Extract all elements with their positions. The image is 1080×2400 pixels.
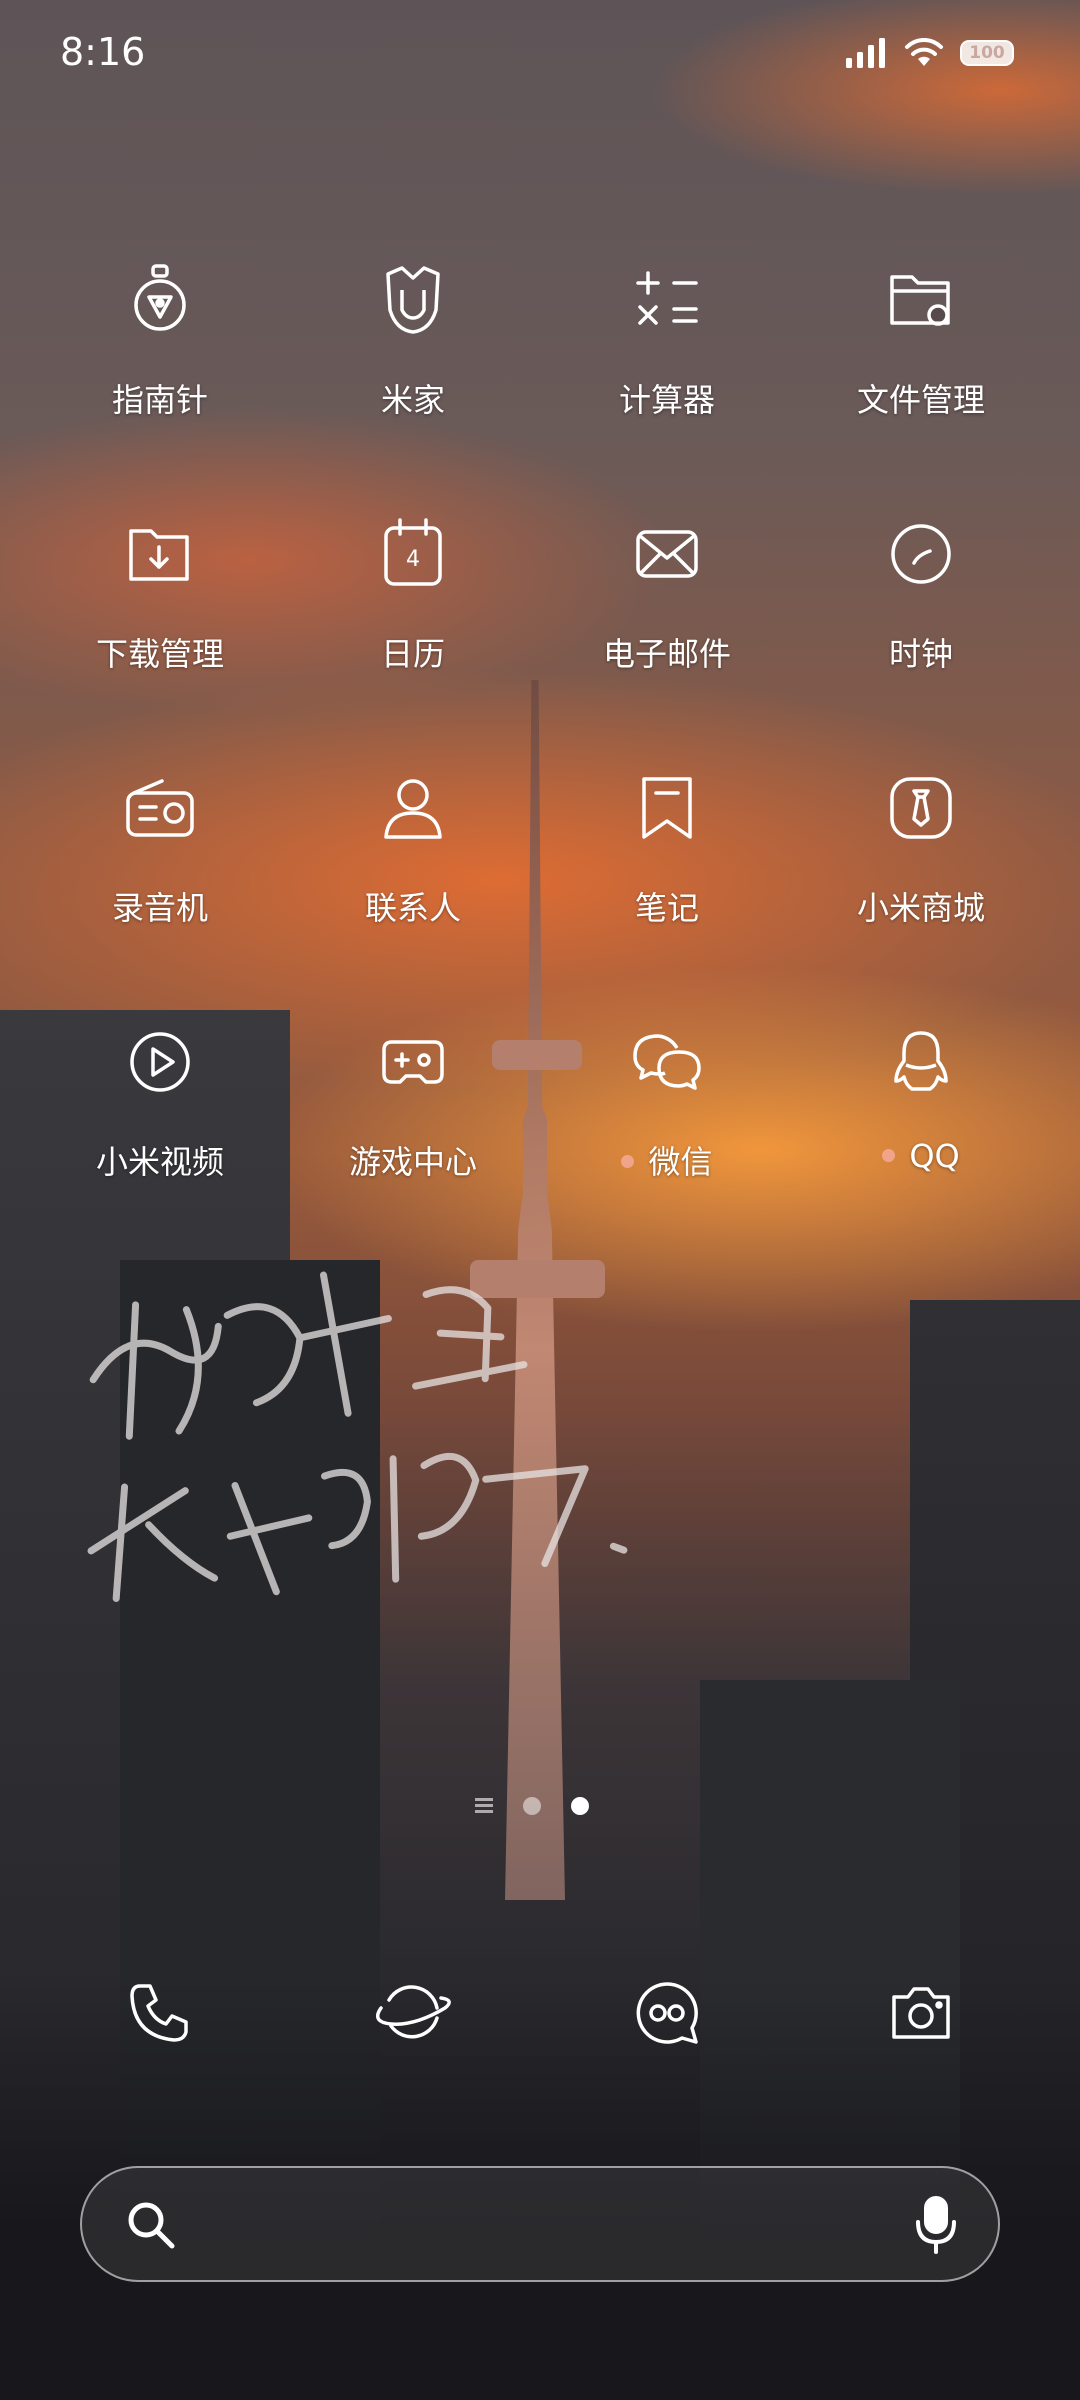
- app-label: 游戏中心: [348, 1143, 477, 1181]
- compass-icon: [115, 255, 205, 345]
- game-center-icon: [368, 1017, 458, 1107]
- app-label: 日历: [380, 635, 445, 673]
- page-dot[interactable]: [523, 1796, 541, 1815]
- recorder-icon: [115, 763, 205, 853]
- app-label: 小米商城: [856, 889, 985, 927]
- browser-icon[interactable]: [368, 1968, 458, 2058]
- file-manager-icon: [876, 255, 966, 345]
- app-calculator[interactable]: 计算器: [540, 255, 794, 421]
- qq-icon: [876, 1017, 966, 1107]
- app-label: 指南针: [111, 381, 208, 419]
- app-label: 下载管理: [95, 635, 224, 673]
- mi-video-icon: [115, 1017, 205, 1107]
- app-label: 微信: [540, 1137, 794, 1183]
- calculator-icon: [622, 255, 712, 345]
- app-mi-store[interactable]: 小米商城: [794, 763, 1048, 929]
- wifi-icon: [905, 38, 943, 66]
- app-downloads[interactable]: 下载管理: [33, 509, 287, 675]
- status-time: 8:16: [60, 30, 146, 74]
- microphone-icon[interactable]: [912, 2194, 960, 2256]
- mi-home-icon: [368, 255, 458, 345]
- app-label-text: QQ: [909, 1137, 960, 1175]
- messages-icon[interactable]: [622, 1968, 712, 2058]
- downloads-icon: [115, 509, 205, 599]
- app-calendar[interactable]: 4 日历: [286, 509, 540, 675]
- app-label: 米家: [380, 381, 445, 419]
- search-icon[interactable]: [124, 2198, 180, 2254]
- app-drawer-icon[interactable]: [475, 1795, 493, 1816]
- camera-icon[interactable]: [876, 1968, 966, 2058]
- app-email[interactable]: 电子邮件: [540, 509, 794, 675]
- wallpaper-handwriting: [87, 1271, 628, 1603]
- app-wechat[interactable]: 微信: [540, 1017, 794, 1183]
- calendar-day: 4: [406, 547, 420, 572]
- phone-icon[interactable]: [114, 1968, 204, 2058]
- app-game-center[interactable]: 游戏中心: [286, 1017, 540, 1183]
- app-mi-video[interactable]: 小米视频: [33, 1017, 287, 1183]
- app-label-text: 微信: [648, 1143, 713, 1181]
- app-mi-home[interactable]: 米家: [286, 255, 540, 421]
- page-dot-active[interactable]: [571, 1796, 589, 1815]
- app-label: 计算器: [618, 381, 715, 419]
- new-notification-dot: [882, 1148, 896, 1162]
- email-icon: [622, 509, 712, 599]
- app-recorder[interactable]: 录音机: [33, 763, 287, 929]
- app-label: 时钟: [888, 635, 953, 673]
- battery-icon: 100: [960, 40, 1014, 66]
- app-label: 电子邮件: [602, 635, 731, 673]
- app-label: 联系人: [364, 889, 461, 927]
- status-icons: 100: [846, 38, 1014, 68]
- page-indicator[interactable]: [475, 1795, 589, 1816]
- mi-store-icon: [876, 763, 966, 853]
- contacts-icon: [368, 763, 458, 853]
- app-compass[interactable]: 指南针: [33, 255, 287, 421]
- app-clock[interactable]: 时钟: [794, 509, 1048, 675]
- status-bar: 8:16 100: [0, 0, 1080, 110]
- wechat-icon: [622, 1017, 712, 1107]
- clock-icon: [876, 509, 966, 599]
- new-notification-dot: [621, 1154, 635, 1168]
- app-contacts[interactable]: 联系人: [286, 763, 540, 929]
- notes-icon: [622, 763, 712, 853]
- app-label: 笔记: [634, 889, 699, 927]
- app-file-manager[interactable]: 文件管理: [794, 255, 1048, 421]
- app-label: 录音机: [111, 889, 208, 927]
- app-label: QQ: [794, 1137, 1048, 1175]
- calendar-icon: 4: [368, 509, 458, 599]
- app-qq[interactable]: QQ: [794, 1017, 1048, 1175]
- search-bar[interactable]: [80, 2166, 1000, 2282]
- signal-icon: [846, 38, 885, 68]
- app-label: 文件管理: [856, 381, 985, 419]
- app-notes[interactable]: 笔记: [540, 763, 794, 929]
- app-label: 小米视频: [95, 1143, 224, 1181]
